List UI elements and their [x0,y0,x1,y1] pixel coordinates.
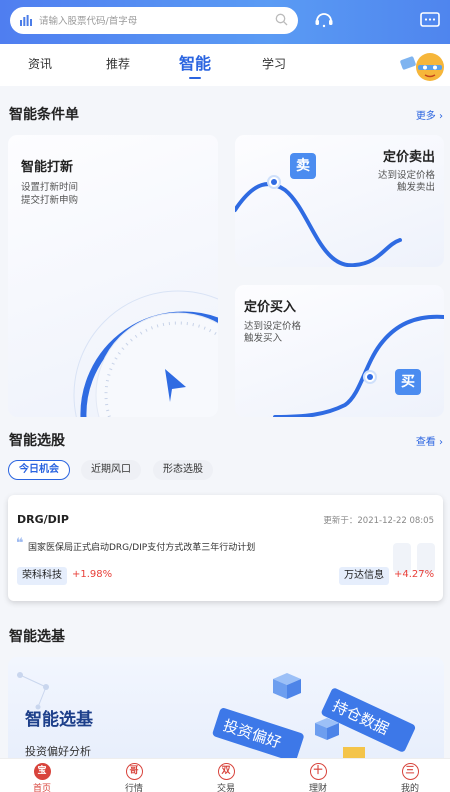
nav-trade-label: 交易 [216,784,235,792]
nav-mine-label: 我的 [400,784,419,792]
nav-market[interactable]: 哥 行情 [104,763,164,792]
quote-icon: ❝ [16,536,24,551]
ipo-card-line1: 设置打新时间 [21,182,79,193]
sell-badge: 卖 [290,153,316,179]
sell-wave-icon [235,175,402,267]
nav-wealth[interactable]: 十 理财 [288,763,348,792]
cubes-illustration-icon: 投资偏好 持仓数据 [212,673,416,767]
nav-market-label: 行情 [124,784,143,792]
message-icon[interactable] [419,9,441,31]
tab-learn[interactable]: 学习 [262,55,286,72]
ipo-card-line2: 提交打新申购 [21,195,79,206]
section-title-conditions: 智能条件单 [9,107,79,123]
ipo-card-title: 智能打新 [21,160,74,175]
stock-theme-card[interactable]: DRG/DIP 更新于：2021-12-22 08:05 ❝ 国家医保局正式启动… [8,495,443,601]
dial-icon [73,290,218,417]
stock-change-1: +1.98% [72,569,113,580]
nav-wealth-label: 理财 [308,784,327,792]
search-placeholder: 请输入股票代码/首字母 [39,16,138,27]
section-title-picker: 智能选股 [9,433,65,449]
pill-pattern[interactable]: 形态选股 [153,460,213,480]
nav-mine[interactable]: 三 我的 [380,763,440,792]
pill-recent[interactable]: 近期风口 [81,460,141,480]
update-time: 更新于：2021-12-22 08:05 [323,516,434,526]
search-input[interactable]: 请输入股票代码/首字母 [10,7,298,34]
tab-news[interactable]: 资讯 [28,55,52,72]
theme-code: DRG/DIP [17,513,69,526]
ipo-card[interactable]: 智能打新 设置打新时间 提交打新申购 [8,135,218,417]
conditions-more-link[interactable]: 更多 › [416,107,443,122]
search-icon[interactable] [275,13,288,26]
buy-wave-icon [273,314,444,417]
picker-more-link[interactable]: 查看 › [416,433,443,448]
market-icon: 哥 [125,763,143,780]
avatar[interactable] [400,50,446,82]
buy-card[interactable]: 定价买入 达到设定价格 触发买入 买 [235,285,444,417]
nav-home[interactable]: 宝 首页 [12,763,72,792]
stock-tag-2[interactable]: 万达信息 [339,567,389,585]
sell-card[interactable]: 定价卖出 达到设定价格 触发卖出 卖 [235,135,444,267]
stock-change-2: +4.27% [394,569,435,580]
tab-recommend[interactable]: 推荐 [106,55,130,72]
tab-smart[interactable]: 智能 [179,50,211,74]
buy-badge: 买 [395,369,421,395]
theme-news: 国家医保局正式启动DRG/DIP支付方式改革三年行动计划 [28,543,256,553]
tab-active-indicator [189,77,201,79]
top-header: 请输入股票代码/首字母 [0,0,450,44]
quote-decoration-icon [393,543,435,573]
banner-title: 智能选基 [25,710,93,730]
nav-trade[interactable]: 双 交易 [196,763,256,792]
tab-bar: 资讯 推荐 智能 学习 [0,44,450,86]
customer-service-icon[interactable] [313,9,335,31]
banner-subtitle: 投资偏好分析 [25,745,91,758]
fund-banner[interactable]: 智能选基 投资偏好分析 投资偏好 持仓数据 [8,657,444,767]
wealth-icon: 十 [309,763,327,780]
mine-icon: 三 [401,763,419,780]
nav-home-label: 首页 [32,784,51,792]
section-title-funds: 智能选基 [9,629,65,645]
chart-bars-icon [20,15,32,26]
trade-icon: 双 [217,763,235,780]
pill-today[interactable]: 今日机会 [8,460,70,480]
stock-tag-1[interactable]: 荣科科技 [17,567,67,585]
home-icon: 宝 [33,763,51,780]
bottom-nav: 宝 首页 哥 行情 双 交易 十 理财 三 我的 [0,758,450,792]
